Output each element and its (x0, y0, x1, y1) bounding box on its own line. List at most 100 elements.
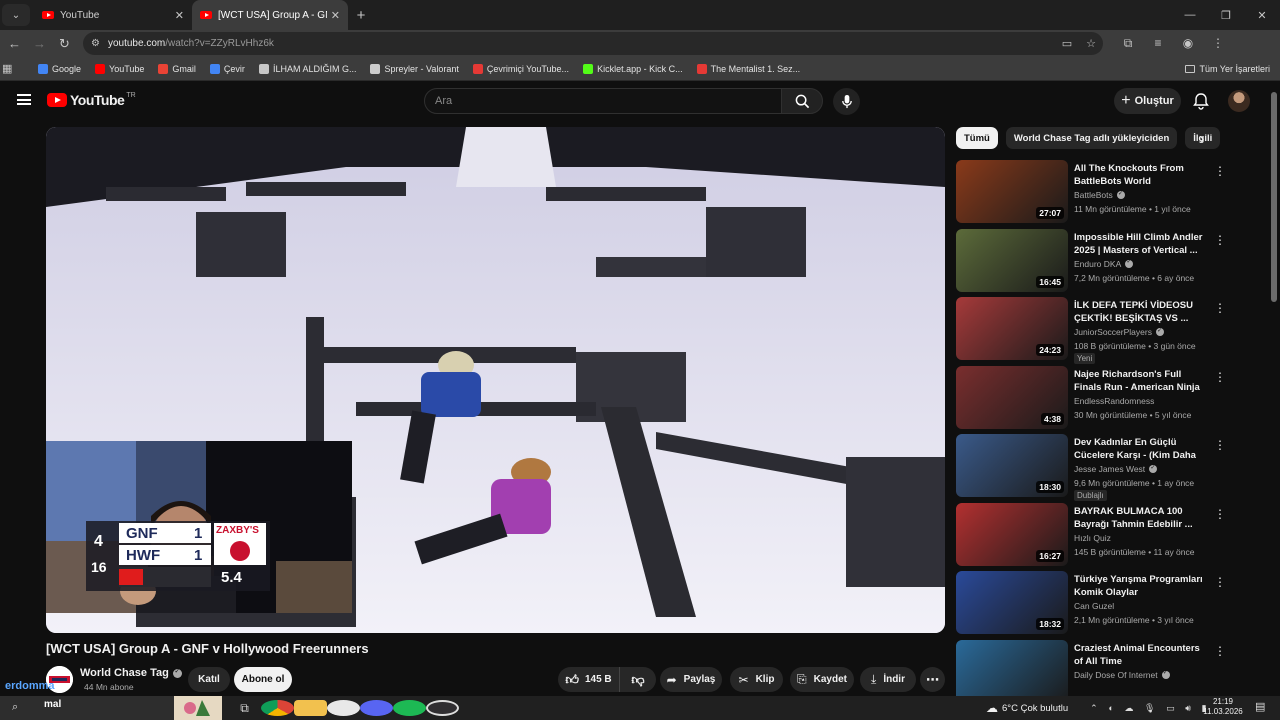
bookmark-item[interactable]: Gmail (158, 63, 196, 74)
bookmark-item[interactable]: Çevrimiçi YouTube... (472, 63, 569, 74)
more-vertical-icon[interactable]: ⋮ (1214, 233, 1226, 247)
obs-icon[interactable] (426, 700, 459, 716)
all-bookmarks-link[interactable]: Tüm Yer İşaretleri (1185, 64, 1270, 74)
more-vertical-icon[interactable]: ⋮ (1214, 164, 1226, 178)
bookmark-item[interactable]: Google (38, 63, 81, 74)
app-tray-icon[interactable]: ◐ (1108, 703, 1113, 713)
recommendation-channel[interactable]: Hızlı Quiz (1074, 533, 1111, 543)
dislike-button[interactable]: 👎︎ (620, 672, 656, 688)
video-thumbnail[interactable]: 4:38 (956, 365, 1068, 429)
recommendation-item[interactable]: 4:38 Najee Richardson's Full Finals Run -… (956, 365, 1228, 435)
recommendation-title[interactable]: BAYRAK BULMACA 100 Bayrağı Tahmin Edebil… (1074, 505, 1210, 531)
recommendation-channel[interactable]: Can Guzel (1074, 601, 1114, 611)
video-thumbnail[interactable]: 16:27 (956, 502, 1068, 566)
bookmark-item[interactable]: The Mentalist 1. Sez... (696, 63, 800, 74)
menu-hamburger-icon[interactable] (17, 94, 31, 105)
taskbar-clock[interactable]: 21:19 11.03.2026 (1199, 697, 1247, 717)
bookmark-item[interactable]: Çevir (209, 63, 245, 74)
media-icon[interactable]: ≡ (1143, 36, 1173, 51)
taskbar-search[interactable]: ⌕ (0, 696, 222, 720)
create-button[interactable]: + Oluştur (1114, 88, 1181, 114)
search-input[interactable] (435, 95, 781, 107)
restore-icon[interactable]: ❐ (1208, 9, 1244, 22)
bookmark-item[interactable]: Spreyler - Valorant (370, 63, 459, 74)
minimize-icon[interactable]: — (1172, 9, 1208, 22)
recommendation-item[interactable]: 24:23 İLK DEFA TEPKİ VİDEOSU ÇEKTİK! BEŞİ… (956, 297, 1228, 366)
chevron-right-icon[interactable]: › (1200, 131, 1204, 146)
more-vertical-icon[interactable]: ⋮ (1214, 644, 1226, 658)
filter-chip[interactable]: World Chase Tag adlı yükleyiciden (1005, 127, 1178, 149)
bookmark-item[interactable]: İLHAM ALDIĞIM G... (258, 63, 356, 74)
recommendation-channel[interactable]: Enduro DKA (1074, 258, 1134, 269)
subscribe-button[interactable]: Abone ol (234, 667, 292, 692)
recommendation-item[interactable]: 16:45 Impossible Hill Climb Andler 2025 |… (956, 228, 1228, 298)
bookmark-star-icon[interactable]: ☆ (1079, 37, 1103, 50)
site-info-icon[interactable]: ⚙ (91, 38, 100, 49)
video-player[interactable]: 4 16 GNF 1 HWF 1 ZAXBY'S 5.4 (46, 127, 945, 633)
new-tab-button[interactable]: + (348, 7, 374, 24)
recommendation-item[interactable]: 18:32 Türkiye Yarışma Programları Komik O… (956, 571, 1228, 640)
like-button[interactable]: 👍︎ 145 B (558, 667, 620, 692)
profile-icon[interactable]: ◉ (1173, 36, 1203, 51)
more-vertical-icon[interactable]: ⋮ (1214, 438, 1226, 452)
recommendation-item[interactable]: 16:27 BAYRAK BULMACA 100 Bayrağı Tahmin E… (956, 502, 1228, 572)
more-actions-button[interactable]: ⋯ (920, 667, 945, 692)
notification-icon[interactable]: ▤ (1255, 700, 1265, 713)
tab-search-button[interactable]: ⌄ (2, 4, 30, 26)
chrome-icon[interactable] (261, 700, 294, 716)
cast-icon[interactable]: ▭ (1055, 37, 1079, 50)
channel-name[interactable]: World Chase Tag (80, 667, 182, 679)
network-icon[interactable]: ▭ (1166, 703, 1175, 713)
youtube-logo[interactable]: YouTube TR (47, 92, 136, 108)
user-avatar[interactable] (1228, 90, 1250, 112)
discord-icon[interactable] (360, 700, 393, 716)
apps-grid-icon[interactable]: ▦ (2, 62, 28, 75)
video-thumbnail[interactable] (956, 639, 1068, 703)
filter-chip[interactable]: Tümü (956, 127, 998, 149)
voice-search-button[interactable] (833, 88, 860, 115)
video-thumbnail[interactable]: 16:45 (956, 228, 1068, 292)
recommendation-title[interactable]: Craziest Animal Encounters of All Time (1074, 642, 1210, 668)
address-bar[interactable]: ⚙ youtube.com /watch?v=ZZyRLvHhz6k ▭ ☆ (83, 32, 1103, 55)
recommendation-channel[interactable]: EndlessRandomness (1074, 396, 1154, 406)
join-button[interactable]: Katıl (188, 667, 230, 692)
browser-menu-icon[interactable]: ⋮ (1203, 36, 1233, 51)
notifications-bell-icon[interactable] (1192, 92, 1210, 110)
recommendation-channel[interactable]: JuniorSoccerPlayers (1074, 327, 1164, 337)
recommendation-title[interactable]: Impossible Hill Climb Andler 2025 | Mast… (1074, 231, 1210, 257)
spotify-icon[interactable] (393, 700, 426, 716)
video-thumbnail[interactable]: 18:32 (956, 571, 1068, 634)
recommendation-title[interactable]: İLK DEFA TEPKİ VİDEOSU ÇEKTİK! BEŞİKTAŞ … (1074, 299, 1210, 325)
bookmark-item[interactable]: Kicklet.app - Kick C... (583, 63, 683, 74)
recommendation-channel[interactable]: BattleBots (1074, 190, 1125, 200)
recommendation-channel[interactable]: Daily Dose Of Internet (1074, 669, 1170, 680)
close-tab-icon[interactable]: ✕ (175, 9, 184, 22)
more-vertical-icon[interactable]: ⋮ (1214, 507, 1226, 521)
more-vertical-icon[interactable]: ⋮ (1214, 301, 1226, 315)
extensions-icon[interactable]: ⧉ (1113, 36, 1143, 51)
share-button[interactable]: ➦ Paylaş (660, 667, 722, 692)
recommendation-item[interactable]: 18:30 Dev Kadınlar En Güçlü Cücelere Karş… (956, 434, 1228, 503)
reload-icon[interactable]: ↻ (52, 36, 77, 52)
recommendation-title[interactable]: All The Knockouts From BattleBots World … (1074, 162, 1210, 188)
video-thumbnail[interactable]: 27:07 (956, 160, 1068, 223)
save-button[interactable]: ⎘ Kaydet (790, 667, 854, 692)
microphone-icon[interactable]: 🎙︎ (1144, 703, 1155, 713)
recommendation-title[interactable]: Türkiye Yarışma Programları Komik Olayla… (1074, 573, 1210, 599)
download-button[interactable]: ⤓ İndir (860, 667, 916, 692)
clip-button[interactable]: ✂ Klip (730, 667, 783, 692)
volume-icon[interactable]: 🔊︎ (1185, 703, 1191, 713)
recommendation-channel[interactable]: Jesse James West (1074, 464, 1158, 474)
weather-text[interactable]: 6°C Çok bulutlu (1002, 703, 1068, 714)
browser-tab-video[interactable]: [WCT USA] Group A - GNF v Ho ✕ (192, 0, 348, 30)
browser-tab-youtube[interactable]: YouTube ✕ (34, 0, 192, 30)
recommendation-title[interactable]: Najee Richardson's Full Finals Run - Ame… (1074, 368, 1210, 394)
close-tab-icon[interactable]: ✕ (331, 9, 340, 22)
page-scrollbar[interactable] (1271, 92, 1277, 302)
recommendation-title[interactable]: Dev Kadınlar En Güçlü Cücelere Karşı - (… (1074, 436, 1210, 462)
file-explorer-icon[interactable] (294, 700, 327, 716)
cloud-icon[interactable]: ☁ (1124, 703, 1133, 713)
app-icon[interactable] (327, 700, 360, 716)
recommendation-item[interactable]: 27:07 All The Knockouts From BattleBots W… (956, 160, 1228, 229)
video-thumbnail[interactable]: 24:23 (956, 297, 1068, 360)
